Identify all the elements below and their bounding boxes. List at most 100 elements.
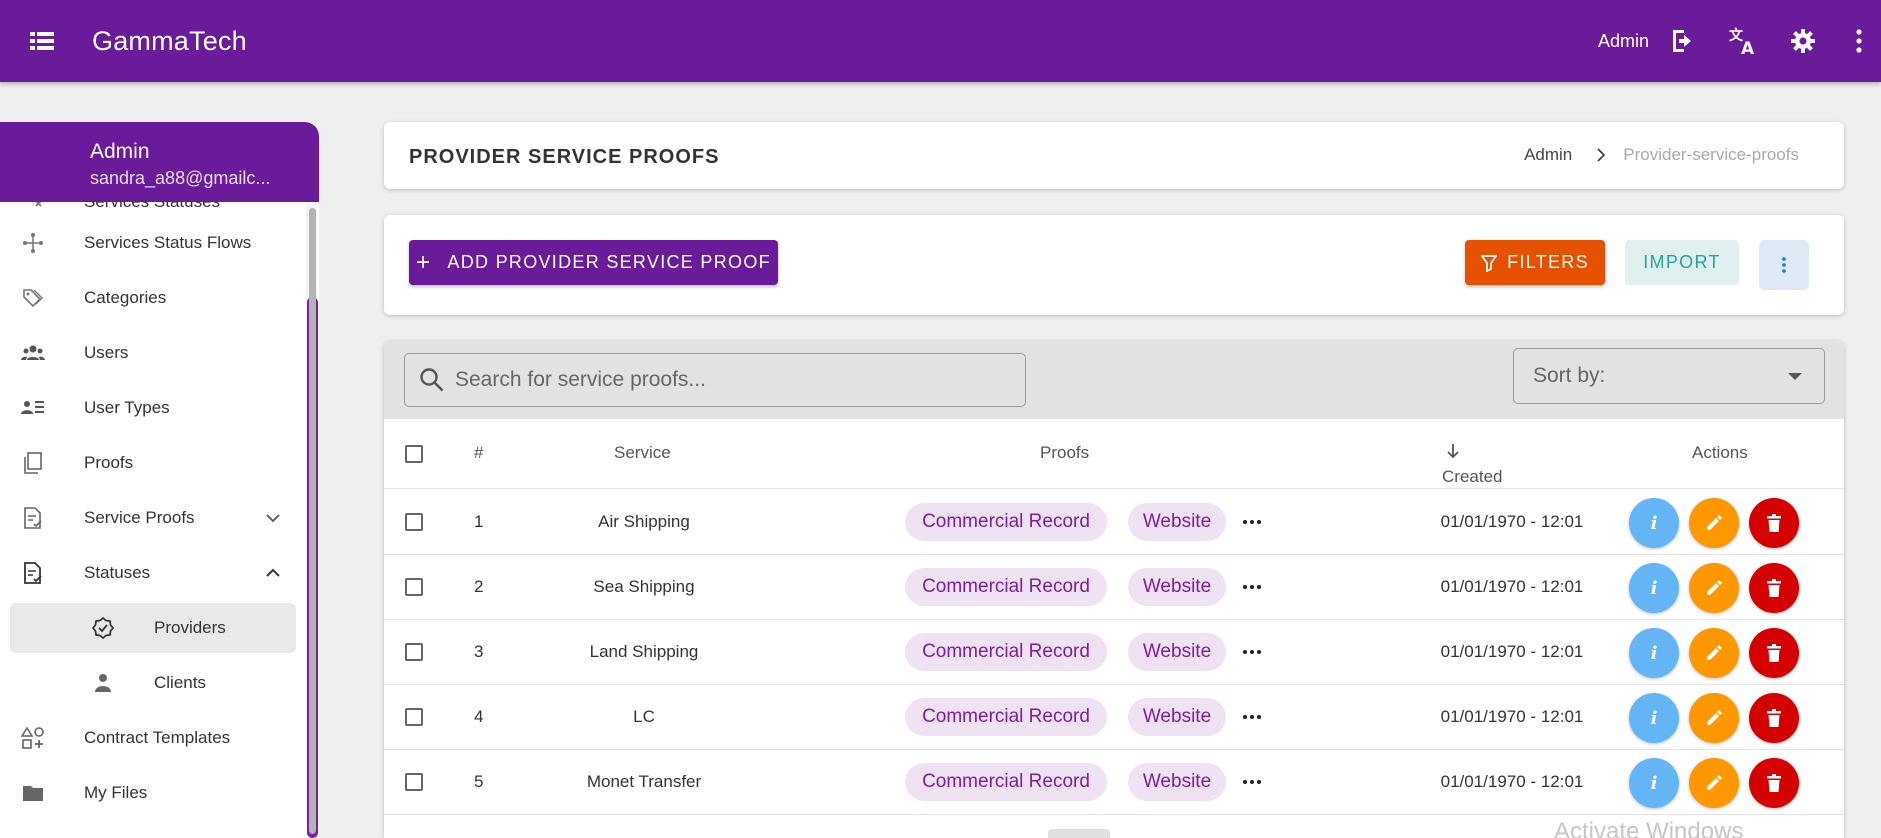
sidebar-item-proofs[interactable]: Proofs: [10, 438, 296, 488]
trash-icon: [1767, 774, 1781, 792]
breadcrumb-admin-link[interactable]: Admin: [1524, 145, 1572, 165]
select-all-checkbox[interactable]: [405, 445, 423, 463]
import-button[interactable]: IMPORT: [1625, 240, 1739, 285]
trash-icon: [1767, 644, 1781, 662]
table-row: 1 Air Shipping Commercial Record Website…: [384, 490, 1844, 555]
row-checkbox[interactable]: [405, 708, 423, 726]
os-watermark: Activate Windows: [1554, 818, 1744, 838]
add-provider-service-proof-button[interactable]: + ADD PROVIDER SERVICE PROOF: [409, 240, 778, 285]
sidebar-item-statuses[interactable]: Statuses: [10, 548, 296, 598]
more-horiz-icon[interactable]: [1240, 642, 1264, 662]
sidebar-item-providers[interactable]: Providers: [10, 603, 296, 653]
sidebar: Admin sandra_a88@gmailc... Services Stat…: [0, 122, 319, 838]
trash-icon: [1767, 709, 1781, 727]
sidebar-item-contract-templates[interactable]: Contract Templates: [10, 713, 296, 763]
sidebar-item-users[interactable]: Users: [10, 328, 296, 378]
table-row: 3 Land Shipping Commercial Record Websit…: [384, 620, 1844, 685]
row-service: Land Shipping: [589, 642, 699, 661]
gear-icon[interactable]: [1781, 19, 1825, 63]
more-horiz-icon[interactable]: [1240, 512, 1264, 532]
status-icon: [20, 202, 46, 215]
delete-button[interactable]: [1749, 563, 1799, 613]
filters-button[interactable]: FILTERS: [1465, 240, 1605, 285]
search-field[interactable]: [404, 353, 1026, 407]
sidebar-item-label: Services Statuses: [84, 202, 220, 212]
row-service: Sea Shipping: [593, 577, 695, 596]
delete-button[interactable]: [1749, 758, 1799, 808]
pencil-icon: [1707, 710, 1722, 725]
column-header-number: #: [474, 443, 484, 462]
profile-name: Admin: [90, 140, 150, 163]
sidebar-item-categories[interactable]: Categories: [10, 273, 296, 323]
info-icon: i: [1650, 512, 1658, 534]
row-checkbox[interactable]: [405, 773, 423, 791]
edit-button[interactable]: [1689, 563, 1739, 613]
sidebar-scrollbar[interactable]: [309, 208, 316, 834]
pencil-icon: [1707, 515, 1722, 530]
sidebar-item-clients[interactable]: Clients: [10, 658, 296, 708]
menu-icon[interactable]: [20, 19, 64, 63]
info-button[interactable]: i: [1629, 693, 1679, 743]
edit-button[interactable]: [1689, 628, 1739, 678]
row-created: 01/01/1970 - 12:01: [1440, 707, 1584, 726]
edit-button[interactable]: [1689, 693, 1739, 743]
users-icon: [20, 340, 46, 366]
column-header-service: Service: [614, 443, 671, 462]
sidebar-item-label: Statuses: [84, 563, 151, 582]
sidebar-item-label: Users: [84, 343, 129, 362]
sidebar-item-my-files[interactable]: My Files: [10, 768, 296, 818]
column-header-created[interactable]: Created: [1442, 443, 1502, 486]
logout-icon[interactable]: [1661, 19, 1705, 63]
row-created: 01/01/1970 - 12:01: [1440, 577, 1584, 596]
delete-button[interactable]: [1749, 628, 1799, 678]
documents-icon: [20, 450, 46, 476]
sidebar-item-label: Proofs: [84, 453, 134, 472]
sidebar-item-service-proofs[interactable]: Service Proofs: [10, 493, 296, 543]
edit-button[interactable]: [1689, 498, 1739, 548]
page-header-card: PROVIDER SERVICE PROOFS Admin Provider-s…: [384, 122, 1844, 189]
delete-button[interactable]: [1749, 693, 1799, 743]
row-checkbox[interactable]: [405, 578, 423, 596]
flow-icon: [20, 230, 46, 256]
sidebar-item-label: Providers: [154, 618, 226, 637]
more-options-button[interactable]: [1759, 240, 1809, 290]
info-button[interactable]: i: [1629, 628, 1679, 678]
sidebar-item-label: My Files: [84, 783, 148, 802]
delete-button[interactable]: [1749, 498, 1799, 548]
row-checkbox[interactable]: [405, 513, 423, 531]
info-button[interactable]: i: [1629, 498, 1679, 548]
pencil-icon: [1707, 580, 1722, 595]
search-input[interactable]: [455, 368, 995, 392]
pencil-icon: [1707, 775, 1722, 790]
row-created: 01/01/1970 - 12:01: [1440, 512, 1584, 531]
import-button-label: IMPORT: [1643, 252, 1721, 272]
more-vert-icon[interactable]: [1841, 19, 1877, 63]
more-vert-icon: [1782, 257, 1786, 273]
info-button[interactable]: i: [1629, 758, 1679, 808]
table-row: 4 LC Commercial Record Website 01/01/197…: [384, 685, 1844, 750]
row-checkbox[interactable]: [405, 643, 423, 661]
proof-chip: Commercial Record: [905, 568, 1107, 606]
svg-text:A: A: [1741, 39, 1755, 56]
row-number: 5: [474, 772, 484, 791]
info-button[interactable]: i: [1629, 563, 1679, 613]
person-icon: [90, 670, 116, 696]
edit-button[interactable]: [1689, 758, 1739, 808]
row-number: 4: [474, 707, 484, 726]
translate-icon[interactable]: 文A: [1721, 19, 1765, 63]
more-horiz-icon[interactable]: [1240, 707, 1264, 727]
info-icon: i: [1650, 642, 1658, 664]
sidebar-item-user-types[interactable]: User Types: [10, 383, 296, 433]
more-horiz-icon[interactable]: [1240, 577, 1264, 597]
proof-chip: Website: [1128, 568, 1226, 606]
proof-chip: Website: [1128, 503, 1226, 541]
column-header-proofs: Proofs: [1040, 443, 1090, 462]
proof-chip: Website: [1128, 633, 1226, 671]
sidebar-item-label: Contract Templates: [84, 728, 231, 747]
more-horiz-icon[interactable]: [1240, 772, 1264, 792]
sidebar-item-services-status-flows[interactable]: Services Status Flows: [10, 218, 296, 268]
plus-icon: +: [416, 248, 432, 276]
sidebar-nav: Services Statuses Services Status Flows …: [0, 202, 305, 838]
breadcrumb: Admin Provider-service-proofs: [1524, 145, 1799, 165]
sort-by-select[interactable]: Sort by:: [1513, 348, 1825, 404]
